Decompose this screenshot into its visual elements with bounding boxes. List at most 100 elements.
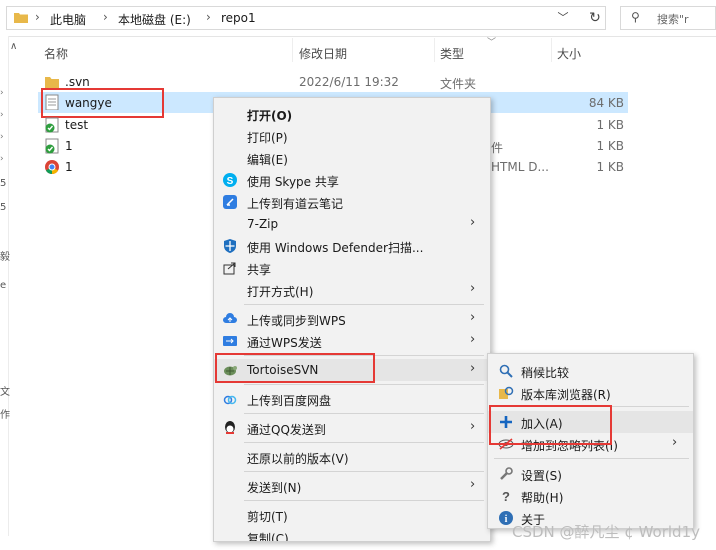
nav-expand-icon[interactable]: › <box>0 110 4 120</box>
svn-file-icon <box>45 117 59 133</box>
submenu-item-settings[interactable]: 设置(S) <box>488 463 693 485</box>
highlight-box-tortoisesvn <box>215 353 375 383</box>
column-header-type[interactable]: 类型 <box>440 45 464 62</box>
breadcrumb-drive-e[interactable]: 本地磁盘 (E:) <box>118 11 191 28</box>
svg-text:?: ? <box>502 489 510 504</box>
refresh-icon[interactable]: ↻ <box>584 7 606 29</box>
menu-item-qq-send[interactable]: 通过QQ发送到 › <box>214 417 490 439</box>
menu-separator <box>494 458 689 459</box>
folder-icon <box>14 13 28 23</box>
menu-separator <box>244 384 484 385</box>
column-header-modified[interactable]: 修改日期 <box>299 45 347 62</box>
defender-icon <box>224 239 236 253</box>
column-header-name[interactable]: 名称 <box>44 45 68 62</box>
nav-item-fragment[interactable]: 毅 <box>0 248 10 263</box>
menu-item-youdao[interactable]: 上传到有道云笔记 <box>214 191 490 213</box>
menu-separator <box>244 442 484 443</box>
menu-separator <box>244 304 484 305</box>
nav-expand-icon[interactable]: › <box>0 154 4 164</box>
nav-item-fragment[interactable]: 5 <box>0 202 6 213</box>
file-name: 1 <box>65 160 73 174</box>
menu-item-print[interactable]: 打印(P) <box>214 125 490 147</box>
context-menu: 打开(O) 打印(P) 编辑(E) S 使用 Skype 共享 上传到有道云笔记… <box>213 97 491 542</box>
skype-icon: S <box>223 173 237 187</box>
file-size: 1 KB <box>596 160 624 174</box>
file-size: 1 KB <box>596 139 624 153</box>
menu-item-open[interactable]: 打开(O) <box>214 103 490 125</box>
menu-item-restore-versions[interactable]: 还原以前的版本(V) <box>214 446 490 468</box>
search-icon: ⚲ <box>631 10 640 24</box>
chevron-right-icon: › <box>470 477 476 492</box>
breadcrumb-separator: › <box>206 10 211 24</box>
highlight-box-add <box>489 405 612 445</box>
submenu-item-diff-later[interactable]: 稍候比较 <box>488 360 693 382</box>
file-name: 1 <box>65 139 73 153</box>
menu-separator <box>244 500 484 501</box>
column-divider[interactable] <box>551 38 552 62</box>
menu-separator <box>244 471 484 472</box>
wrench-icon <box>500 467 513 480</box>
file-type: HTML D... <box>491 160 549 174</box>
breadcrumb-repo1[interactable]: repo1 <box>221 11 256 25</box>
wps-send-icon <box>223 336 237 346</box>
menu-item-baidu[interactable]: 上传到百度网盘 <box>214 388 490 410</box>
menu-item-wps-send[interactable]: 通过WPS发送 › <box>214 330 490 352</box>
file-type: 文件夹 <box>440 77 477 91</box>
menu-item-open-with[interactable]: 打开方式(H) › <box>214 279 490 301</box>
file-type: 件 <box>491 141 504 155</box>
magnifier-icon <box>499 364 513 378</box>
watermark: CSDN @醉凡尘 ¢ World1y <box>511 523 700 541</box>
svg-text:i: i <box>505 514 508 525</box>
search-placeholder: 搜索"r <box>657 13 689 26</box>
chevron-right-icon: › <box>470 310 476 325</box>
nav-item-fragment[interactable]: 5 <box>0 178 6 189</box>
menu-item-send-to[interactable]: 发送到(N) › <box>214 475 490 497</box>
menu-item-skype-share[interactable]: S 使用 Skype 共享 <box>214 169 490 191</box>
baidu-icon <box>223 395 237 405</box>
nav-item-fragment[interactable]: 文 <box>0 383 10 398</box>
menu-item-cut[interactable]: 剪切(T) <box>214 504 490 526</box>
menu-separator <box>244 413 484 414</box>
chevron-right-icon: › <box>470 332 476 347</box>
file-size: 84 KB <box>588 96 624 110</box>
column-divider[interactable] <box>292 38 293 62</box>
wps-cloud-icon <box>223 313 237 323</box>
svn-file-icon <box>45 138 59 154</box>
file-name: test <box>65 118 89 132</box>
menu-item-defender[interactable]: 使用 Windows Defender扫描... <box>214 235 490 257</box>
share-icon <box>223 262 236 275</box>
repo-browser-icon <box>499 386 514 399</box>
chevron-right-icon: › <box>470 281 476 296</box>
address-dropdown-icon[interactable]: ﹀ <box>553 9 573 27</box>
chrome-icon <box>45 160 59 175</box>
address-bar: › 此电脑 › 本地磁盘 (E:) › repo1 ﹀ ↻ ⚲ 搜索"r <box>0 0 716 37</box>
address-box[interactable] <box>6 6 606 30</box>
breadcrumb-separator: › <box>35 10 40 24</box>
breadcrumb-this-pc[interactable]: 此电脑 <box>50 11 86 28</box>
help-icon: ? <box>502 489 510 504</box>
submenu-item-repo-browser[interactable]: 版本库浏览器(R) <box>488 382 693 404</box>
menu-item-7zip[interactable]: 7-Zip › <box>214 213 490 235</box>
chevron-right-icon: › <box>672 435 678 450</box>
menu-item-share[interactable]: 共享 <box>214 257 490 279</box>
scroll-up-icon[interactable]: ∧ <box>10 41 17 52</box>
column-header-size[interactable]: 大小 <box>557 45 581 62</box>
column-divider[interactable] <box>434 38 435 62</box>
nav-expand-icon[interactable]: › <box>0 88 4 98</box>
nav-item-fragment[interactable]: 作 <box>0 406 10 421</box>
file-modified: 2022/6/11 19:32 <box>299 75 399 89</box>
menu-item-copy[interactable]: 复制(C) <box>214 526 490 541</box>
chevron-right-icon: › <box>470 419 476 434</box>
svg-text:S: S <box>227 176 234 187</box>
qq-icon <box>225 421 235 434</box>
file-name: .svn <box>65 75 90 89</box>
menu-item-wps-upload[interactable]: 上传或同步到WPS › <box>214 308 490 330</box>
sort-caret-icon: ﹀ <box>487 38 497 48</box>
chevron-right-icon: › <box>470 361 476 376</box>
menu-item-edit[interactable]: 编辑(E) <box>214 147 490 169</box>
youdao-icon <box>223 195 237 209</box>
submenu-item-help[interactable]: ? 帮助(H) <box>488 485 693 507</box>
breadcrumb-separator: › <box>103 10 108 24</box>
nav-item-fragment[interactable]: e <box>0 280 6 291</box>
nav-expand-icon[interactable]: › <box>0 132 4 142</box>
